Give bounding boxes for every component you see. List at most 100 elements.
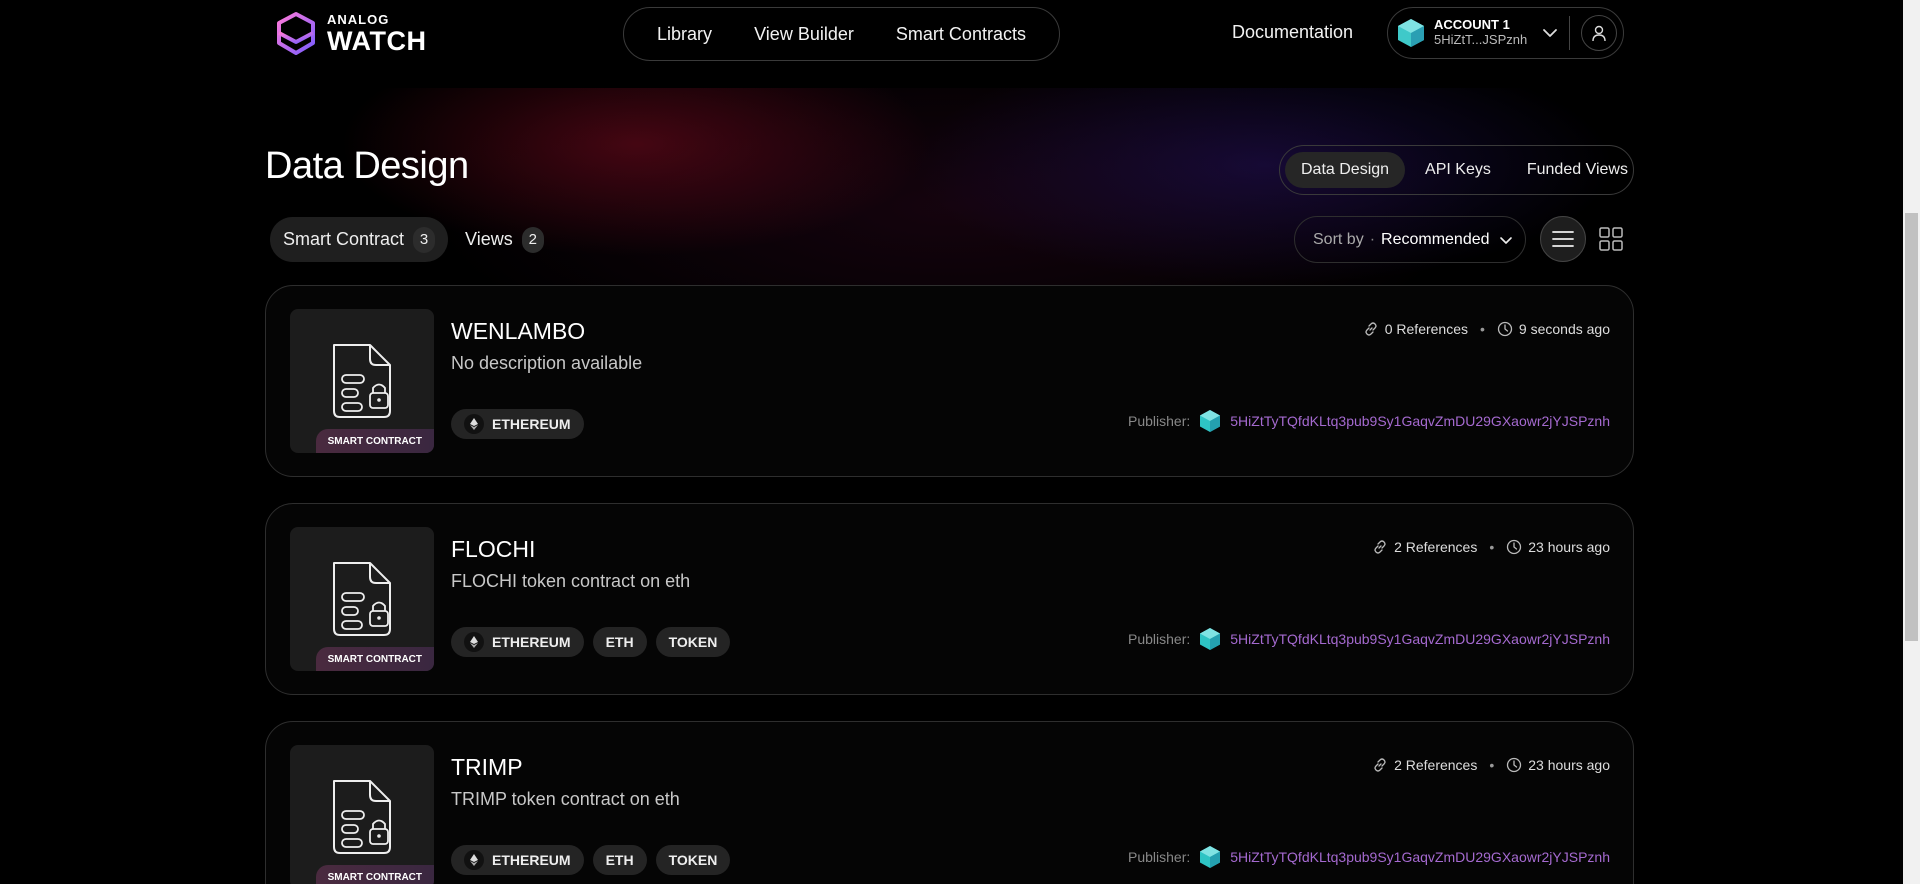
section-tabs: Data Design API Keys Funded Views: [1279, 145, 1634, 195]
separator-dot: •: [1480, 321, 1485, 337]
contract-meta: 0 References • 9 seconds ago: [1363, 321, 1610, 337]
link-icon: [1374, 540, 1386, 554]
clock-icon: [1497, 321, 1513, 337]
updated-time: 23 hours ago: [1528, 539, 1610, 555]
tag-label: TOKEN: [668, 852, 718, 868]
publisher-address-link[interactable]: 5HiZtTyTQfdKLtq3pub9Sy1GaqvZmDU29GXaowr2…: [1230, 849, 1610, 865]
account-avatar-icon: [1398, 19, 1424, 47]
link-icon: [1374, 758, 1386, 772]
filter-label: Smart Contract: [283, 229, 405, 249]
account-address: 5HiZtT...JSPznh: [1434, 32, 1528, 47]
documentation-link[interactable]: Documentation: [1232, 22, 1353, 43]
tag-label: TOKEN: [668, 634, 718, 650]
filter-count: 3: [413, 226, 436, 253]
smart-contract-badge: SMART CONTRACT: [315, 429, 434, 453]
publisher-address-link[interactable]: 5HiZtTyTQfdKLtq3pub9Sy1GaqvZmDU29GXaowr2…: [1230, 631, 1610, 647]
publisher-avatar-icon: [1200, 628, 1221, 650]
chevron-down-icon[interactable]: [1540, 23, 1560, 43]
publisher-avatar-icon: [1200, 846, 1221, 868]
ethereum-icon: [464, 850, 484, 870]
chevron-down-icon: [1499, 236, 1512, 244]
references-count: 0 References: [1384, 321, 1469, 337]
publisher-address-link[interactable]: 5HiZtTyTQfdKLtq3pub9Sy1GaqvZmDU29GXaowr2…: [1230, 413, 1610, 429]
grid-view-icon[interactable]: [1598, 226, 1624, 252]
separator-dot: •: [1489, 757, 1495, 773]
updated-time: 23 hours ago: [1528, 757, 1610, 773]
contract-meta: 2 References • 23 hours ago: [1372, 757, 1610, 773]
tag-list: ETHEREUM ETH TOKEN: [451, 627, 731, 657]
tag-token[interactable]: TOKEN: [655, 845, 731, 875]
tag-list: ETHEREUM ETH TOKEN: [451, 845, 731, 875]
tag-label: ETHEREUM: [492, 634, 571, 650]
tag-label: ETH: [605, 634, 634, 650]
clock-icon: [1507, 539, 1522, 555]
tag-list: ETHEREUM: [451, 409, 584, 439]
publisher-label: Publisher:: [1128, 413, 1191, 429]
logo-small-text: ANALOG: [327, 12, 390, 27]
contract-title: FLOCHI: [451, 536, 536, 562]
tag-label: ETHEREUM: [492, 416, 571, 432]
analog-logo-icon: [277, 12, 315, 55]
smart-contract-badge: SMART CONTRACT: [315, 647, 434, 671]
divider: [1569, 16, 1570, 50]
top-nav: Library View Builder Smart Contracts: [623, 7, 1060, 61]
nav-view-builder[interactable]: View Builder: [754, 24, 854, 45]
sort-separator: ·: [1369, 230, 1376, 248]
publisher-avatar-icon: [1200, 410, 1221, 432]
tag-ethereum[interactable]: ETHEREUM: [451, 845, 584, 875]
contract-description: No description available: [451, 353, 643, 373]
tag-label: ETHEREUM: [492, 852, 571, 868]
publisher-label: Publisher:: [1128, 631, 1191, 647]
ethereum-icon: [464, 632, 484, 652]
contract-title: WENLAMBO: [451, 318, 586, 344]
nav-library[interactable]: Library: [657, 24, 712, 45]
sort-label: Sort by: [1313, 230, 1364, 248]
contract-card[interactable]: SMART CONTRACT WENLAMBO No description a…: [265, 285, 1634, 477]
account-name: ACCOUNT 1: [1434, 17, 1510, 33]
page-title: Data Design: [265, 145, 469, 187]
publisher-label: Publisher:: [1128, 849, 1191, 865]
contract-thumbnail: SMART CONTRACT: [290, 745, 434, 884]
tag-eth[interactable]: ETH: [592, 845, 647, 875]
publisher: Publisher: 5HiZtTyTQfdKLtq3pub9Sy1GaqvZm…: [1128, 409, 1610, 433]
document-lock-icon: [333, 780, 391, 854]
contract-thumbnail: SMART CONTRACT: [290, 527, 434, 671]
tab-data-design[interactable]: Data Design: [1285, 152, 1406, 188]
tab-funded-views[interactable]: Funded Views: [1511, 152, 1644, 188]
updated-time: 9 seconds ago: [1518, 321, 1610, 337]
filter-count: 2: [521, 226, 544, 253]
smart-contract-badge: SMART CONTRACT: [315, 865, 434, 884]
scrollbar-thumb[interactable]: [1905, 213, 1918, 641]
tag-ethereum[interactable]: ETHEREUM: [451, 409, 584, 439]
contract-card[interactable]: SMART CONTRACT FLOCHI FLOCHI token contr…: [265, 503, 1634, 695]
tab-api-keys[interactable]: API Keys: [1409, 152, 1507, 188]
filter-label: Views: [465, 229, 513, 249]
contract-thumbnail: SMART CONTRACT: [290, 309, 434, 453]
sort-dropdown[interactable]: Sort by · Recommended: [1294, 216, 1526, 263]
contract-description: FLOCHI token contract on eth: [451, 571, 691, 591]
document-lock-icon: [333, 562, 391, 636]
filter-views[interactable]: Views 2: [452, 217, 557, 262]
user-icon: [1592, 25, 1606, 42]
list-view-button[interactable]: [1540, 216, 1586, 262]
logo[interactable]: ANALOG WATCH: [275, 11, 426, 57]
references-count: 2 References: [1394, 757, 1478, 773]
clock-icon: [1507, 757, 1522, 773]
tag-ethereum[interactable]: ETHEREUM: [451, 627, 584, 657]
user-profile-button[interactable]: [1581, 15, 1617, 51]
account-switcher[interactable]: ACCOUNT 1 5HiZtT...JSPznh: [1387, 7, 1624, 59]
link-icon: [1365, 322, 1377, 336]
contract-title: TRIMP: [451, 754, 523, 780]
ethereum-icon: [464, 414, 484, 434]
list-icon: [1552, 231, 1574, 247]
sort-value: Recommended: [1381, 230, 1490, 248]
filter-smart-contract[interactable]: Smart Contract 3: [270, 217, 449, 262]
nav-smart-contracts[interactable]: Smart Contracts: [896, 24, 1026, 45]
tag-label: ETH: [605, 852, 634, 868]
tag-token[interactable]: TOKEN: [655, 627, 731, 657]
filter-tabs: Smart Contract 3 Views 2: [270, 217, 557, 262]
document-lock-icon: [333, 344, 391, 418]
contract-card[interactable]: SMART CONTRACT TRIMP TRIMP token contrac…: [265, 721, 1634, 884]
separator-dot: •: [1489, 539, 1495, 555]
tag-eth[interactable]: ETH: [592, 627, 647, 657]
